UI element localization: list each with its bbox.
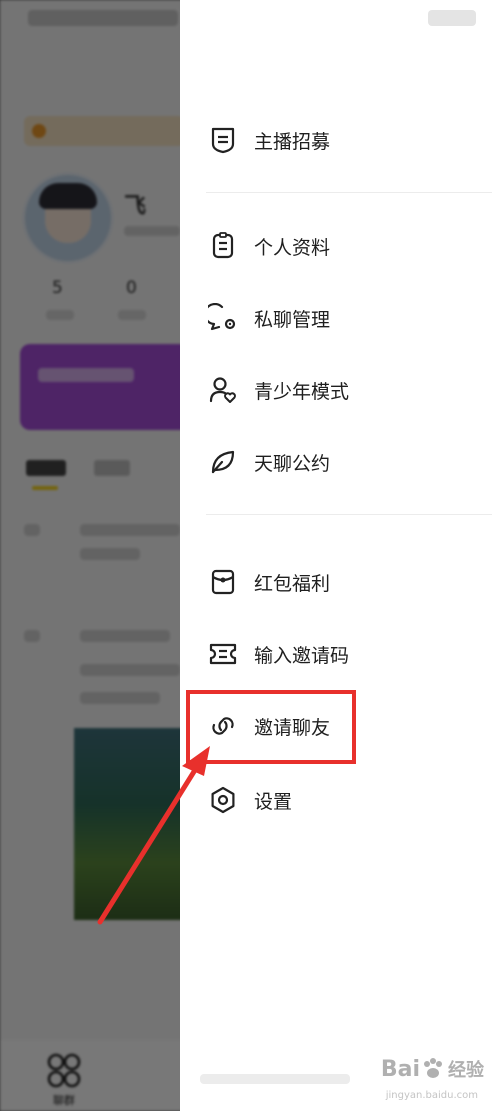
watermark: Bai 经验 (381, 1056, 484, 1082)
watermark-sub: jingyan.baidu.com (385, 1090, 478, 1101)
paw-icon (424, 1058, 442, 1078)
watermark-text: Bai (380, 1056, 420, 1082)
watermark-suffix: 经验 (448, 1060, 484, 1081)
annotation-arrow (97, 746, 210, 925)
